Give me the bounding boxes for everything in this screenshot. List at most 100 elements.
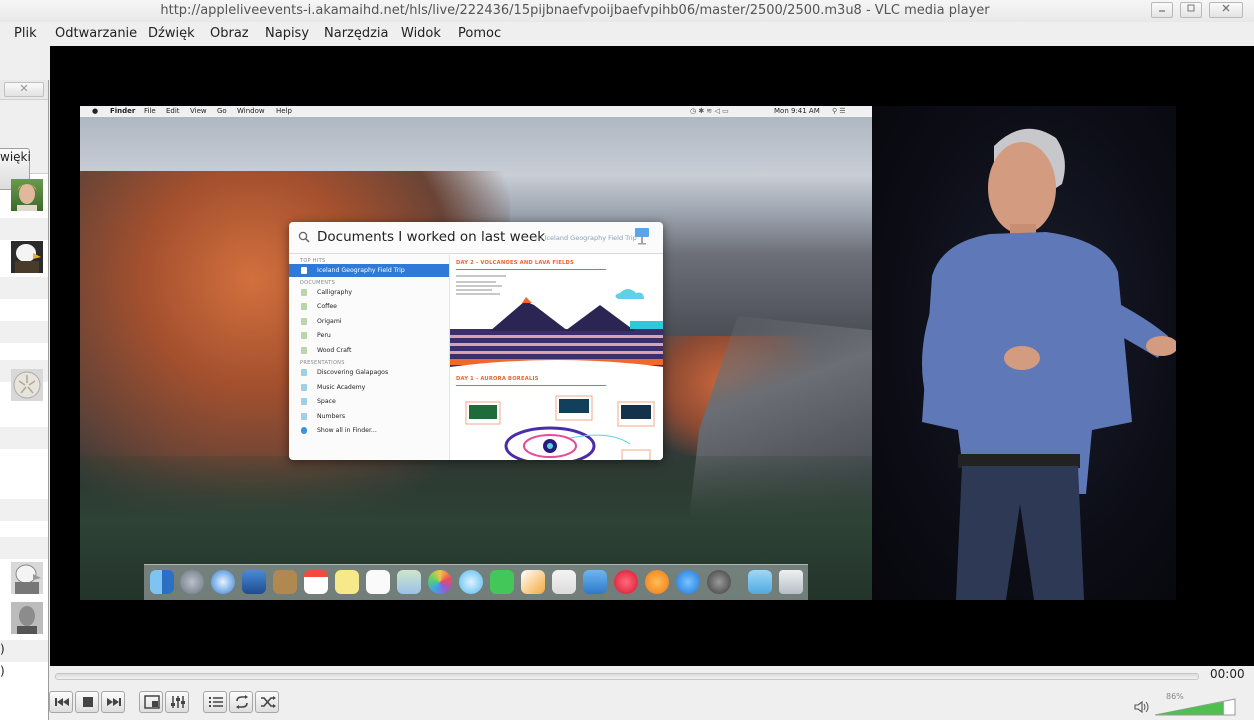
menu-narzedzia[interactable]: Narzędzia bbox=[324, 26, 389, 41]
apple-icon: ● bbox=[92, 107, 99, 115]
title-bar: http://appleliveevents-i.akamaihd.net/hl… bbox=[0, 0, 1254, 22]
previous-icon bbox=[55, 698, 69, 706]
result-label: Calligraphy bbox=[317, 289, 353, 296]
avatar bbox=[11, 562, 43, 594]
window-title: http://appleliveevents-i.akamaihd.net/hl… bbox=[160, 3, 990, 18]
close-button[interactable] bbox=[1209, 2, 1243, 18]
menu-odtwarzanie[interactable]: Odtwarzanie bbox=[55, 26, 137, 41]
contacts-dock-icon bbox=[273, 570, 297, 594]
result-document[interactable]: Origami bbox=[289, 315, 449, 328]
result-presentation[interactable]: Discovering Galapagos bbox=[289, 366, 449, 379]
menu-widok[interactable]: Widok bbox=[401, 26, 441, 41]
keynote-doc-icon bbox=[301, 384, 307, 391]
playlist-window: więki ) ) bbox=[0, 80, 49, 720]
pages-doc-icon bbox=[301, 332, 307, 339]
next-button[interactable] bbox=[101, 691, 125, 713]
minimize-button[interactable] bbox=[1151, 2, 1173, 18]
result-presentation[interactable]: Numbers bbox=[289, 410, 449, 423]
system-preferences-dock-icon bbox=[707, 570, 731, 594]
preview-heading-aurora: DAY 1 - AURORA BOREALIS bbox=[456, 376, 539, 382]
show-all-in-finder[interactable]: Show all in Finder... bbox=[289, 424, 449, 437]
safari-dock-icon bbox=[211, 570, 235, 594]
list-row-stripe bbox=[0, 499, 48, 521]
keynote-dock-icon bbox=[583, 570, 607, 594]
spotlight-menu-icon: ⚲ ☰ bbox=[832, 107, 846, 115]
loop-button[interactable] bbox=[229, 691, 253, 713]
menu-pomoc[interactable]: Pomoc bbox=[458, 26, 501, 41]
fullscreen-button[interactable] bbox=[139, 691, 163, 713]
mac-menu-help: Help bbox=[276, 107, 292, 115]
result-top-hit[interactable]: Iceland Geography Field Trip bbox=[289, 264, 449, 277]
result-label: Wood Craft bbox=[317, 347, 352, 354]
avatar-face bbox=[17, 606, 37, 634]
maps-dock-icon bbox=[397, 570, 421, 594]
downloads-folder-dock-icon bbox=[748, 570, 772, 594]
calendar-dock-icon bbox=[304, 570, 328, 594]
preview-line bbox=[456, 275, 506, 277]
keynote-icon bbox=[635, 228, 649, 245]
spotlight-hint: — Iceland Geography Field Trip bbox=[536, 234, 637, 242]
result-presentation[interactable]: Space bbox=[289, 395, 449, 408]
spotlight-results: TOP HITS Iceland Geography Field Trip DO… bbox=[289, 255, 449, 460]
photos-dock-icon bbox=[428, 570, 452, 594]
result-document[interactable]: Coffee bbox=[289, 300, 449, 313]
list-row-stripe bbox=[0, 640, 48, 662]
keynote-doc-icon bbox=[301, 398, 307, 405]
menu-obraz[interactable]: Obraz bbox=[210, 26, 249, 41]
finder-icon bbox=[301, 427, 307, 434]
volume-slider[interactable] bbox=[1154, 698, 1236, 716]
status-icons: ◷ ✱ ≋ ◁ ▭ bbox=[690, 107, 729, 115]
menu-plik[interactable]: Plik bbox=[14, 26, 37, 41]
mac-menu-go: Go bbox=[217, 107, 227, 115]
mac-desktop: ● Finder File Edit View Go Window Help ◷… bbox=[80, 106, 872, 600]
search-icon bbox=[298, 231, 310, 243]
menu-napisy[interactable]: Napisy bbox=[265, 26, 309, 41]
finder-dock-icon bbox=[150, 570, 174, 594]
result-document[interactable]: Calligraphy bbox=[289, 286, 449, 299]
pages-doc-icon bbox=[301, 289, 307, 296]
eagle-icon bbox=[15, 244, 41, 273]
shuffle-button[interactable] bbox=[255, 691, 279, 713]
speaker-icon[interactable] bbox=[1133, 700, 1149, 714]
seek-slider[interactable] bbox=[55, 673, 1199, 680]
spotlight-window: Documents I worked on last week — Icelan… bbox=[289, 222, 663, 460]
aurora-illustration bbox=[465, 395, 655, 460]
result-document[interactable]: Wood Craft bbox=[289, 344, 449, 357]
maximize-button[interactable] bbox=[1180, 2, 1202, 18]
close-icon bbox=[1222, 4, 1230, 12]
mac-menu-window: Window bbox=[237, 107, 265, 115]
playlist-toggle-button[interactable] bbox=[203, 691, 227, 713]
preview-heading-volcanoes: DAY 2 - VOLCANOES AND LAVA FIELDS bbox=[456, 260, 574, 266]
stop-button[interactable] bbox=[75, 691, 99, 713]
playlist-toolbar: więki bbox=[0, 100, 48, 190]
avatar bbox=[11, 241, 43, 273]
notes-dock-icon bbox=[335, 570, 359, 594]
mac-clock: Mon 9:41 AM bbox=[774, 107, 820, 115]
stop-icon bbox=[83, 697, 93, 707]
presenter-stage bbox=[872, 106, 1176, 600]
minimize-icon bbox=[1159, 10, 1165, 12]
vlc-window: http://appleliveevents-i.akamaihd.net/hl… bbox=[0, 0, 1254, 720]
pages-doc-icon bbox=[301, 347, 307, 354]
spotlight-search-bar: Documents I worked on last week — Icelan… bbox=[289, 222, 663, 254]
previous-button[interactable] bbox=[49, 691, 73, 713]
result-label: Discovering Galapagos bbox=[317, 369, 389, 376]
spotlight-preview: DAY 2 - VOLCANOES AND LAVA FIELDS DAY 1 … bbox=[449, 255, 663, 460]
sand-dollar-icon bbox=[13, 371, 41, 399]
itunes-dock-icon bbox=[614, 570, 638, 594]
playlist-close-button[interactable] bbox=[4, 82, 44, 97]
extended-settings-button[interactable] bbox=[165, 691, 189, 713]
keynote-doc-icon bbox=[301, 369, 307, 376]
keynote-doc-icon bbox=[301, 413, 307, 420]
mac-dock bbox=[144, 564, 808, 600]
menu-dzwiek[interactable]: Dźwięk bbox=[148, 26, 195, 41]
mail-dock-icon bbox=[242, 570, 266, 594]
list-row-stripe bbox=[0, 427, 48, 449]
result-label: Music Academy bbox=[317, 384, 366, 391]
result-document[interactable]: Peru bbox=[289, 329, 449, 342]
avatar bbox=[11, 179, 43, 211]
messages-dock-icon bbox=[459, 570, 483, 594]
result-presentation[interactable]: Music Academy bbox=[289, 381, 449, 394]
video-output[interactable]: ● Finder File Edit View Go Window Help ◷… bbox=[50, 46, 1254, 666]
trash-dock-icon bbox=[779, 570, 803, 594]
